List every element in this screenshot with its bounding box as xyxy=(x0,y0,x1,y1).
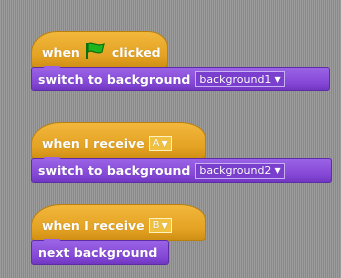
chevron-down-icon: ▼ xyxy=(161,139,168,148)
background-dropdown[interactable]: background2 ▼ xyxy=(195,162,285,179)
script-green-flag[interactable]: when clicked switch to background backgr… xyxy=(31,31,330,91)
switch-background-block[interactable]: switch to background background2 ▼ xyxy=(31,157,332,183)
script-receive-a[interactable]: when I receive A ▼ switch to background … xyxy=(31,122,332,183)
chevron-down-icon: ▼ xyxy=(274,166,281,175)
when-flag-clicked-block[interactable]: when clicked xyxy=(31,31,168,68)
message-value: B xyxy=(152,220,160,231)
script-receive-b[interactable]: when I receive B ▼ next background xyxy=(31,204,206,265)
clicked-label: clicked xyxy=(111,45,161,60)
chevron-down-icon: ▼ xyxy=(161,221,168,230)
message-value: A xyxy=(152,138,160,149)
message-dropdown[interactable]: A ▼ xyxy=(148,136,172,151)
when-i-receive-block[interactable]: when I receive A ▼ xyxy=(31,122,206,159)
when-label: when xyxy=(42,45,80,60)
switch-background-block[interactable]: switch to background background1 ▼ xyxy=(31,66,330,91)
when-i-receive-block[interactable]: when I receive B ▼ xyxy=(31,204,206,241)
switch-to-background-label: switch to background xyxy=(38,71,191,87)
message-dropdown[interactable]: B ▼ xyxy=(148,218,172,233)
scripts-area: { "scripts": [ { "hat": { "prefix": "whe… xyxy=(0,0,341,278)
chevron-down-icon: ▼ xyxy=(274,74,281,84)
when-i-receive-label: when I receive xyxy=(42,136,145,151)
background-dropdown[interactable]: background1 ▼ xyxy=(195,71,285,87)
background-value: background1 xyxy=(199,72,272,86)
next-background-block[interactable]: next background xyxy=(31,239,169,265)
green-flag-icon xyxy=(85,42,107,63)
when-i-receive-label: when I receive xyxy=(42,218,145,233)
next-background-label: next background xyxy=(38,245,158,260)
background-value: background2 xyxy=(199,164,272,177)
switch-to-background-label: switch to background xyxy=(38,163,191,178)
